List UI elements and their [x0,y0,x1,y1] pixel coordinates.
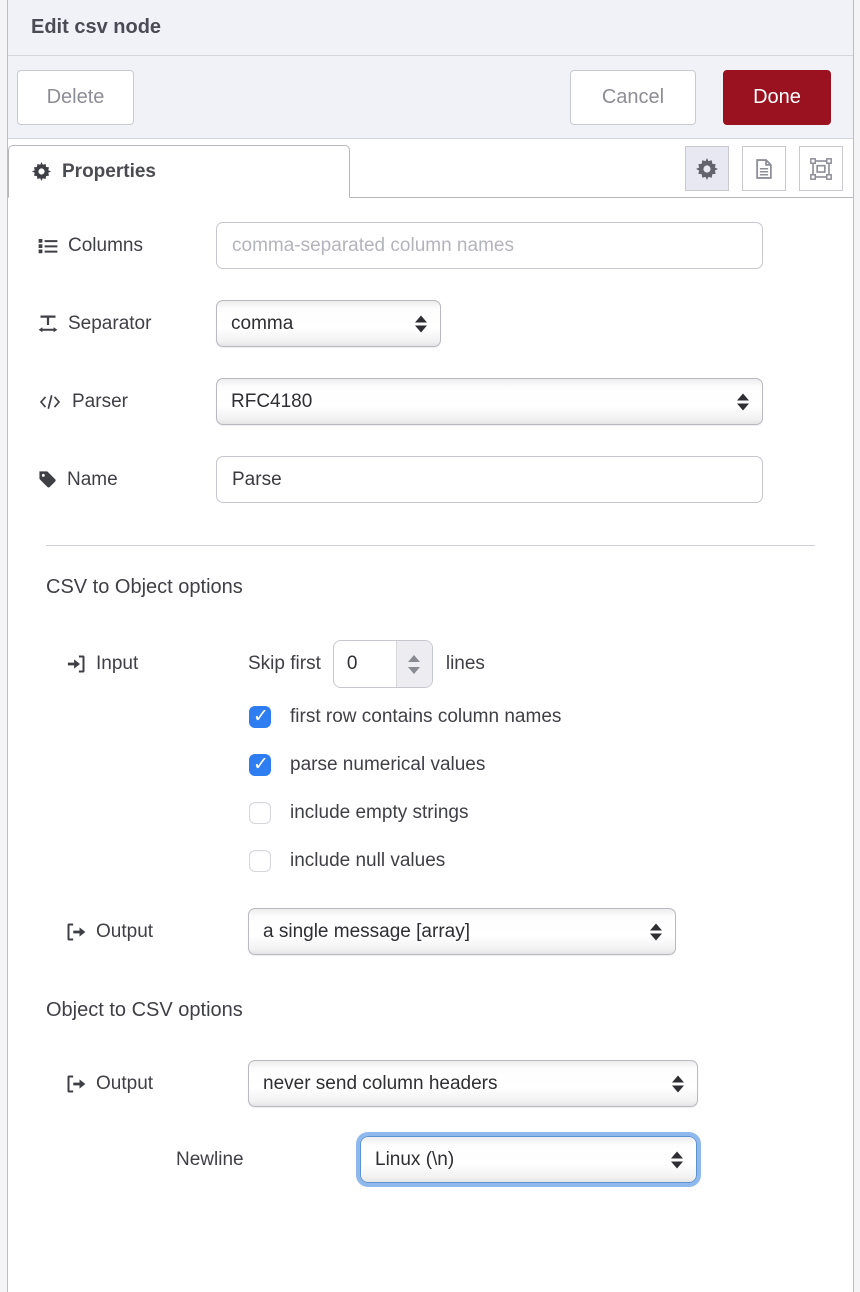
output-row: Output a single message [array] [38,908,823,955]
newline-label: Newline [176,1149,244,1171]
input-label: Input [96,653,138,675]
description-tray-button[interactable] [742,146,786,191]
tab-properties[interactable]: Properties [8,145,350,198]
separator-select-value: comma [231,313,293,335]
separator-label: Separator [68,313,151,335]
separator-select[interactable]: comma [216,300,441,347]
stepper-arrows[interactable] [396,641,432,687]
dialog-title: Edit csv node [31,16,161,39]
select-arrows-icon [415,315,427,332]
parser-row: Parser RFC4180 [38,378,823,425]
newline-select-value: Linux (\n) [375,1149,454,1171]
cancel-button[interactable]: Cancel [570,70,696,125]
checkbox-label: include empty strings [290,802,468,824]
output2-label: Output [96,1073,153,1095]
parser-label-group: Parser [38,391,216,413]
gear-icon [32,162,51,181]
parser-select-value: RFC4180 [231,391,312,413]
newline-select[interactable]: Linux (\n) [360,1136,697,1183]
input-row: Input Skip first lines [38,640,823,688]
parser-select[interactable]: RFC4180 [216,378,763,425]
parse-numerical-checkbox[interactable] [249,754,271,776]
output-label-group: Output [38,921,248,943]
list-icon [38,236,58,256]
select-arrows-icon [671,1151,683,1168]
output-label: Output [96,921,153,943]
sign-in-icon [66,654,86,674]
select-arrows-icon [672,1075,684,1092]
checkbox-label: include null values [290,850,445,872]
select-arrows-icon [737,393,749,410]
separator-row: Separator comma [38,300,823,347]
first-row-checkbox[interactable] [249,706,271,728]
output2-label-group: Output [38,1073,248,1095]
csv-output-select-value: a single message [array] [263,921,470,943]
done-button[interactable]: Done [723,70,831,125]
csv-to-object-heading: CSV to Object options [46,576,823,599]
name-input[interactable] [216,456,763,503]
columns-row: Columns [38,222,823,269]
newline-row: Newline Linux (\n) [38,1136,823,1183]
output-row-2: Output never send column headers [38,1060,823,1107]
include-null-values-checkbox[interactable] [249,850,271,872]
edit-csv-node-dialog: Edit csv node Delete Cancel Done Propert… [7,0,854,1292]
delete-button[interactable]: Delete [17,70,134,125]
name-label-group: Name [38,469,216,491]
input-label-group: Input [38,653,248,675]
dialog-toolbar: Delete Cancel Done [8,56,853,139]
checkbox-row: include empty strings [249,802,823,824]
stepper-up-icon [408,655,420,662]
skip-lines-stepper [333,640,433,688]
dialog-header: Edit csv node [8,0,853,56]
name-label: Name [67,469,118,491]
columns-label-group: Columns [38,235,216,257]
tag-icon [38,470,57,489]
columns-input[interactable] [216,222,763,269]
properties-form: Columns Separator comma [8,198,853,1183]
sign-out-icon [66,1074,86,1094]
object-output-select-value: never send column headers [263,1073,497,1095]
stepper-down-icon [408,667,420,674]
description-icon [753,158,775,180]
tab-bar: Properties [8,139,853,198]
newline-label-group: Newline [38,1149,360,1171]
sign-out-icon [66,922,86,942]
properties-tray-button[interactable] [685,146,729,191]
csv-output-select[interactable]: a single message [array] [248,908,676,955]
skip-first-label: Skip first [248,653,321,675]
select-arrows-icon [650,923,662,940]
lines-label: lines [446,653,485,675]
tab-properties-label: Properties [62,161,156,183]
object-output-select[interactable]: never send column headers [248,1060,698,1107]
object-to-csv-heading: Object to CSV options [46,999,823,1022]
checkbox-row: parse numerical values [249,754,823,776]
text-width-icon [38,314,58,334]
skip-lines-input[interactable] [334,641,396,687]
appearance-tray-button[interactable] [799,146,843,191]
columns-label: Columns [68,235,143,257]
include-empty-strings-checkbox[interactable] [249,802,271,824]
name-row: Name [38,456,823,503]
parser-label: Parser [72,391,128,413]
code-icon [38,393,62,411]
checkbox-row: first row contains column names [249,706,823,728]
checkbox-label: parse numerical values [290,754,485,776]
checkbox-label: first row contains column names [290,706,561,728]
tab-tray [685,146,843,191]
checkbox-row: include null values [249,850,823,872]
appearance-icon [810,158,832,180]
separator-label-group: Separator [38,313,216,335]
section-divider [46,545,815,546]
gear-icon [696,158,718,180]
